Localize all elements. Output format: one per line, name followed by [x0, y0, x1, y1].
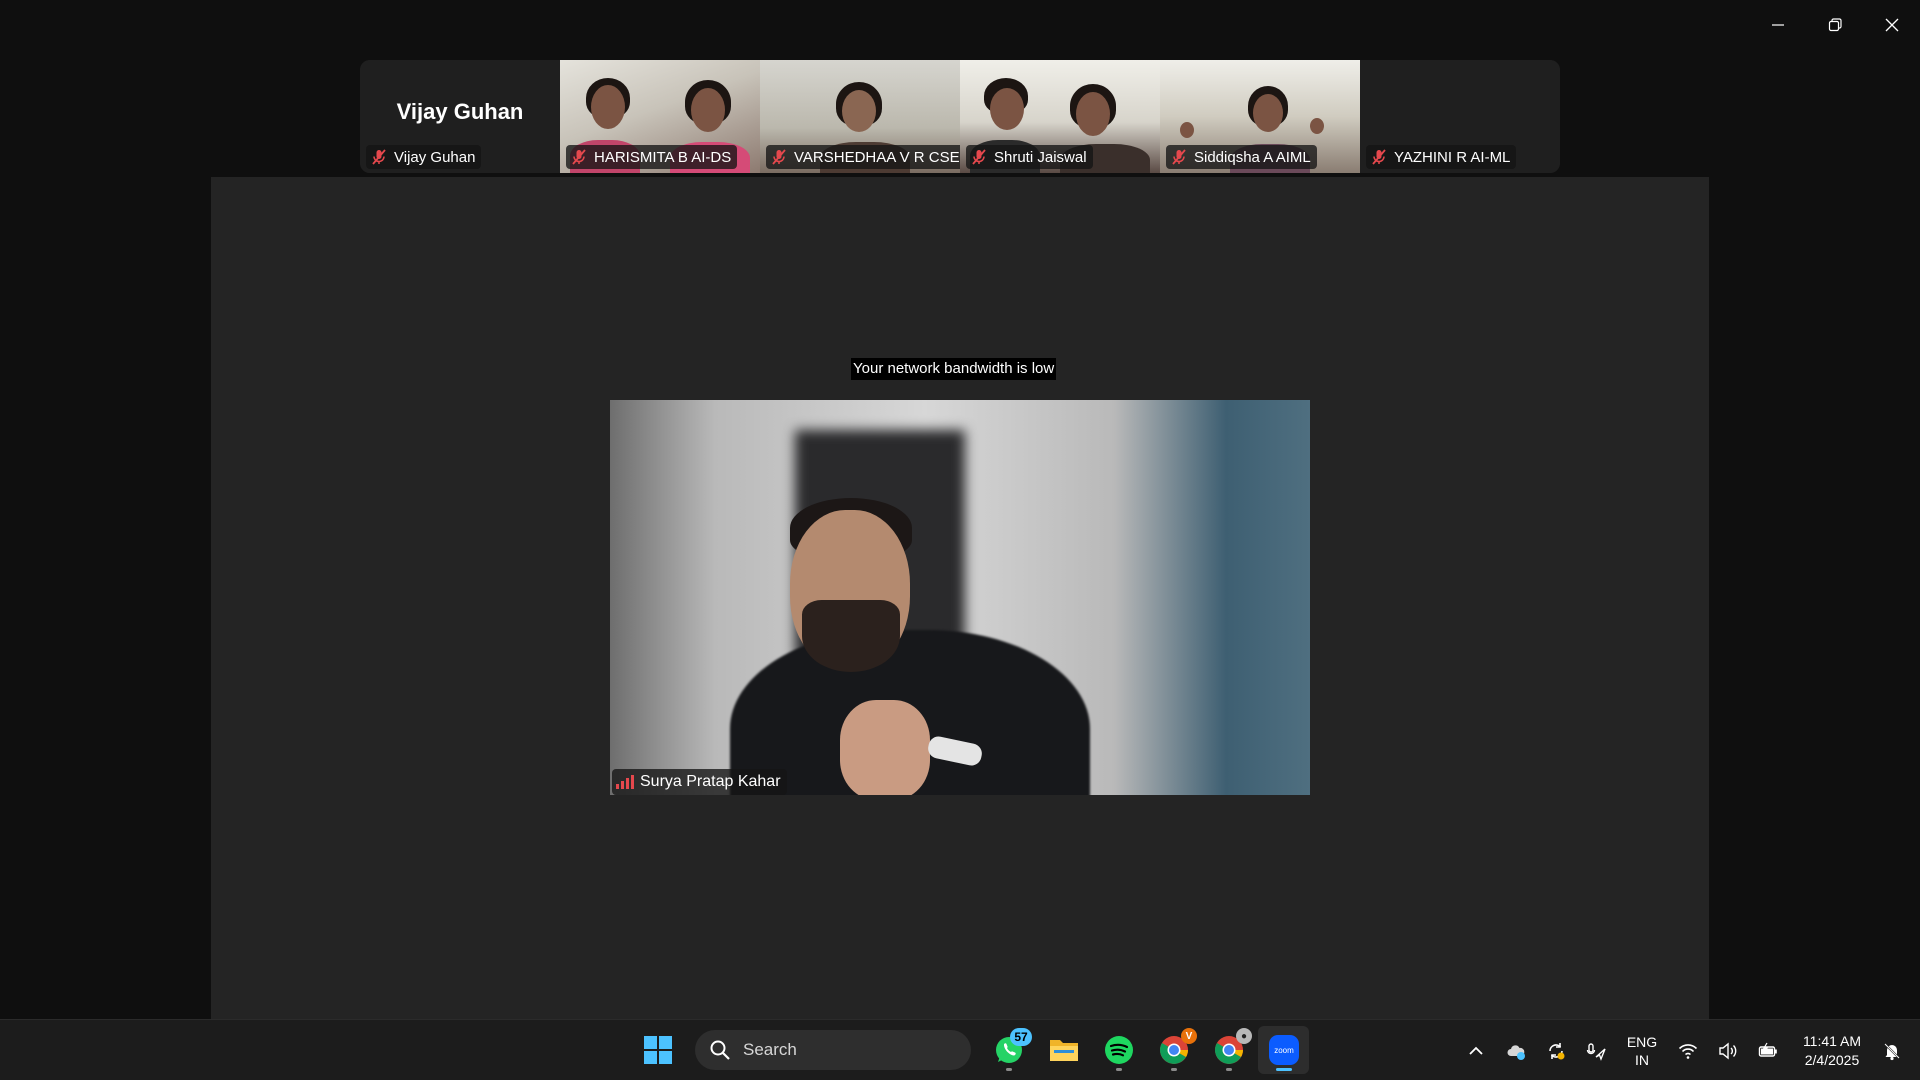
notification-badge: 57 [1010, 1028, 1032, 1046]
mic-muted-icon [1372, 149, 1386, 165]
onedrive-button[interactable] [1496, 1031, 1536, 1071]
participant-label: YAZHINI R AI-ML [1366, 145, 1517, 169]
language-indicator[interactable]: ENG IN [1616, 1033, 1668, 1069]
clock[interactable]: 11:41 AM 2/4/2025 [1792, 1032, 1872, 1070]
wifi-icon [1678, 1043, 1698, 1059]
mic-muted-icon [1172, 149, 1186, 165]
chrome-profile-button[interactable]: ● [1203, 1026, 1254, 1074]
start-button[interactable] [632, 1026, 683, 1074]
close-icon [1885, 18, 1898, 32]
participant-tile[interactable]: VARSHEDHAA V R CSE [760, 60, 960, 173]
minimize-button[interactable] [1749, 0, 1806, 50]
battery-button[interactable] [1748, 1031, 1788, 1071]
participant-tile[interactable]: Shruti Jaiswal [960, 60, 1160, 173]
active-speaker-video[interactable]: Surya Pratap Kahar [610, 400, 1310, 795]
participant-tile[interactable]: Vijay Guhan Vijay Guhan [360, 60, 560, 173]
taskbar: Search 57 V ● zoom ENG IN 11:41 AM 2/4/2… [0, 1019, 1920, 1080]
mic-muted-icon [372, 149, 386, 165]
clock-time: 11:41 AM [1802, 1032, 1862, 1049]
notification-bell-icon [1884, 1042, 1900, 1060]
chrome-profile-badge: V [1181, 1028, 1197, 1044]
file-explorer-button[interactable] [1038, 1026, 1089, 1074]
bandwidth-warning: Your network bandwidth is low [851, 358, 1057, 380]
participant-label: Shruti Jaiswal [966, 145, 1093, 169]
participant-name: Shruti Jaiswal [994, 148, 1087, 166]
show-hidden-icons-button[interactable] [1456, 1031, 1496, 1071]
participant-tile[interactable]: HARISMITA B AI-DS [560, 60, 760, 173]
location-mic-button[interactable] [1576, 1031, 1616, 1071]
sync-button[interactable] [1536, 1031, 1576, 1071]
file-explorer-icon [1049, 1040, 1078, 1061]
signal-bars-icon [616, 775, 634, 789]
search-placeholder: Search [743, 1040, 797, 1059]
participant-name: HARISMITA B AI-DS [594, 148, 732, 166]
mic-muted-icon [572, 149, 586, 165]
system-tray: ENG IN 11:41 AM 2/4/2025 [1456, 1020, 1920, 1080]
chrome-button[interactable]: V [1148, 1026, 1199, 1074]
search-icon [710, 1040, 730, 1060]
participant-label: VARSHEDHAA V R CSE [766, 145, 960, 169]
sync-icon [1549, 1042, 1565, 1059]
participant-label: Siddiqsha A AIML [1166, 145, 1317, 169]
mic-location-icon [1586, 1042, 1606, 1061]
volume-button[interactable] [1708, 1031, 1748, 1071]
participant-tile[interactable]: YAZHINI R AI-ML [1360, 60, 1560, 173]
zoom-button[interactable]: zoom [1258, 1026, 1309, 1074]
participant-name: Siddiqsha A AIML [1194, 148, 1311, 166]
restore-icon [1828, 18, 1842, 32]
participant-display-name: Vijay Guhan [396, 98, 524, 124]
window-controls [1749, 0, 1920, 50]
clock-date: 2/4/2025 [1804, 1051, 1860, 1068]
participant-gallery: Vijay Guhan Vijay Guhan HARISMITA B AI-D… [360, 60, 1560, 173]
language-code: ENG [1626, 1033, 1658, 1050]
mic-muted-icon [772, 149, 786, 165]
chevron-up-icon [1469, 1046, 1483, 1055]
participant-name: Vijay Guhan [394, 148, 476, 166]
spotify-button[interactable] [1093, 1026, 1144, 1074]
taskbar-apps: Search 57 V ● zoom [632, 1026, 1309, 1074]
wifi-button[interactable] [1668, 1031, 1708, 1071]
region-code: IN [1635, 1051, 1649, 1068]
chrome-profile-avatar: ● [1236, 1028, 1252, 1044]
close-button[interactable] [1863, 0, 1920, 50]
participant-name: YAZHINI R AI-ML [1394, 148, 1511, 166]
battery-charging-icon [1758, 1042, 1777, 1057]
participant-tile[interactable]: Siddiqsha A AIML [1160, 60, 1360, 173]
zoom-icon: zoom [1268, 1035, 1299, 1065]
windows-start-icon [643, 1036, 672, 1064]
notifications-button[interactable] [1872, 1031, 1912, 1071]
whatsapp-button[interactable]: 57 [983, 1026, 1034, 1074]
speaker-name: Surya Pratap Kahar [640, 773, 781, 790]
onedrive-cloud-icon [1507, 1044, 1525, 1060]
minimize-icon [1771, 24, 1784, 26]
mic-muted-icon [972, 149, 986, 165]
taskbar-search[interactable]: Search [695, 1030, 971, 1070]
restore-button[interactable] [1806, 0, 1863, 50]
svg-text:zoom: zoom [1274, 1046, 1294, 1055]
participant-label: Vijay Guhan [366, 145, 482, 169]
participant-name: VARSHEDHAA V R CSE [794, 148, 960, 166]
speaker-label: Surya Pratap Kahar [612, 769, 787, 795]
volume-icon [1719, 1042, 1737, 1059]
participant-label: HARISMITA B AI-DS [566, 145, 738, 169]
spotify-icon [1104, 1036, 1133, 1064]
